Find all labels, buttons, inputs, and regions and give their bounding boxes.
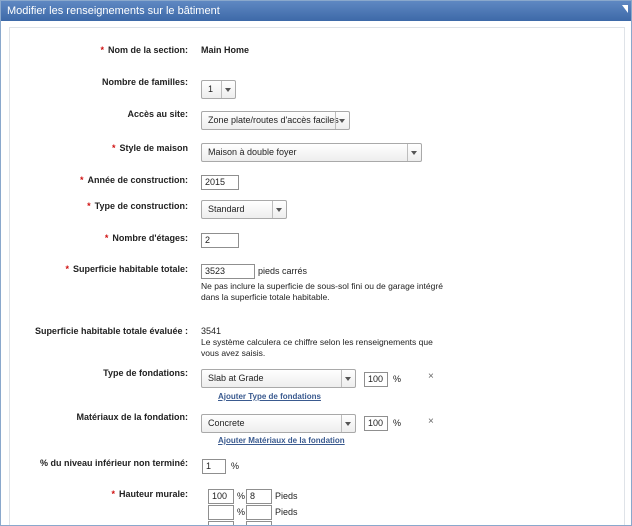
chevron-down-icon bbox=[407, 144, 421, 161]
section-name-value: Main Home bbox=[201, 45, 250, 55]
year-built-label-text: Année de construction: bbox=[87, 175, 188, 185]
wall-height-feet-input-2[interactable] bbox=[246, 505, 272, 520]
living-area-input[interactable]: 3523 bbox=[201, 264, 255, 279]
foundation-type-label: Type de fondations: bbox=[103, 368, 188, 378]
remove-foundation-type-icon[interactable]: × bbox=[428, 371, 434, 382]
construction-type-label: * Type de construction: bbox=[10, 201, 188, 211]
wall-height-label: * Hauteur murale: bbox=[10, 489, 188, 499]
living-area-note-2: dans la superficie totale habitable. bbox=[201, 292, 330, 302]
unfinished-lower-input[interactable]: 1 bbox=[202, 459, 226, 474]
wall-height-feet-input-3[interactable] bbox=[246, 521, 272, 525]
wall-height-label-text: Hauteur murale: bbox=[118, 489, 188, 499]
living-area-note-1: Ne pas inclure la superficie de sous-sol… bbox=[201, 281, 443, 291]
estimated-area-note-1: Le système calculera ce chiffre selon le… bbox=[201, 337, 433, 347]
families-label: Nombre de familles: bbox=[101, 77, 188, 87]
estimated-area-value: 3541 bbox=[201, 326, 222, 336]
wall-height-percent-sign-2: % bbox=[237, 507, 246, 517]
panel-header: Modifier les renseignements sur le bâtim… bbox=[1, 1, 631, 21]
chevron-down-icon bbox=[335, 112, 349, 129]
collapse-icon[interactable] bbox=[622, 5, 628, 13]
edit-building-panel: Modifier les renseignements sur le bâtim… bbox=[0, 0, 632, 526]
chevron-down-icon bbox=[272, 201, 286, 218]
foundation-type-select[interactable]: Slab at Grade bbox=[201, 369, 356, 388]
year-built-label: * Année de construction: bbox=[10, 175, 188, 185]
foundation-material-percent-input[interactable]: 100 bbox=[364, 416, 388, 431]
chevron-down-icon bbox=[221, 81, 235, 98]
unfinished-lower-percent-sign: % bbox=[231, 461, 240, 471]
families-select-value: 1 bbox=[208, 84, 214, 94]
stories-label: * Nombre d'étages: bbox=[10, 233, 188, 243]
required-marker: * bbox=[79, 175, 84, 185]
stories-input[interactable]: 2 bbox=[201, 233, 239, 248]
add-foundation-material-link[interactable]: Ajouter Matériaux de la fondation bbox=[218, 436, 345, 445]
construction-type-select-value: Standard bbox=[208, 204, 245, 214]
required-marker: * bbox=[104, 233, 109, 243]
living-area-label: * Superficie habitable totale: bbox=[10, 264, 188, 274]
foundation-material-percent-sign: % bbox=[393, 418, 402, 428]
foundation-type-percent-input[interactable]: 100 bbox=[364, 372, 388, 387]
wall-height-percent-input-3[interactable] bbox=[208, 521, 234, 525]
site-access-select[interactable]: Zone plate/routes d'accès faciles bbox=[201, 111, 350, 130]
estimated-area-label: Superficie habitable totale évaluée : bbox=[34, 326, 188, 336]
wall-height-feet-input-1[interactable]: 8 bbox=[246, 489, 272, 504]
section-name-label: * Nom de la section: bbox=[10, 45, 188, 55]
panel-title: Modifier les renseignements sur le bâtim… bbox=[7, 5, 220, 17]
estimated-area-note-2: vous avez saisis. bbox=[201, 348, 266, 358]
house-style-select-value: Maison à double foyer bbox=[208, 147, 297, 157]
construction-type-label-text: Type de construction: bbox=[94, 201, 188, 211]
required-marker: * bbox=[111, 143, 116, 153]
foundation-type-percent-sign: % bbox=[393, 374, 402, 384]
required-marker: * bbox=[87, 201, 91, 211]
living-area-label-text: Superficie habitable totale: bbox=[72, 264, 188, 274]
families-select[interactable]: 1 bbox=[201, 80, 236, 99]
wall-height-feet-label-2: Pieds bbox=[275, 507, 298, 517]
stories-label-text: Nombre d'étages: bbox=[112, 233, 188, 243]
foundation-type-select-value: Slab at Grade bbox=[208, 373, 264, 383]
remove-foundation-material-icon[interactable]: × bbox=[428, 416, 434, 427]
wall-height-percent-input-1[interactable]: 100 bbox=[208, 489, 234, 504]
foundation-material-select[interactable]: Concrete bbox=[201, 414, 356, 433]
wall-height-percent-input-2[interactable] bbox=[208, 505, 234, 520]
required-marker: * bbox=[65, 264, 69, 274]
wall-height-percent-sign-1: % bbox=[237, 491, 246, 501]
construction-type-select[interactable]: Standard bbox=[201, 200, 287, 219]
section-name-label-text: Nom de la section: bbox=[107, 45, 188, 55]
chevron-down-icon bbox=[341, 370, 355, 387]
required-marker: * bbox=[100, 45, 104, 55]
house-style-label: * Style de maison bbox=[10, 143, 188, 153]
foundation-material-label: Matériaux de la fondation: bbox=[76, 412, 188, 422]
site-access-select-value: Zone plate/routes d'accès faciles bbox=[208, 115, 339, 125]
house-style-label-text: Style de maison bbox=[119, 143, 188, 153]
add-foundation-type-link[interactable]: Ajouter Type de fondations bbox=[218, 392, 321, 401]
house-style-select[interactable]: Maison à double foyer bbox=[201, 143, 422, 162]
wall-height-feet-label-1: Pieds bbox=[275, 491, 298, 501]
form-area: * Nom de la section: Main Home Nombre de … bbox=[9, 27, 625, 525]
year-built-input[interactable]: 2015 bbox=[201, 175, 239, 190]
chevron-down-icon bbox=[341, 415, 355, 432]
unfinished-lower-label: % du niveau inférieur non terminé: bbox=[39, 458, 188, 468]
living-area-unit: pieds carrés bbox=[258, 266, 308, 276]
foundation-material-select-value: Concrete bbox=[208, 418, 245, 428]
site-access-label: Accès au site: bbox=[127, 109, 188, 119]
required-marker: * bbox=[111, 489, 115, 499]
